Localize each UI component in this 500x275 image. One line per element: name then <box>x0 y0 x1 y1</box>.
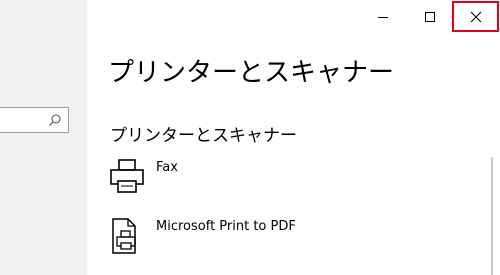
minimize-icon <box>378 16 388 18</box>
close-button[interactable] <box>452 1 499 32</box>
pdf-printer-icon <box>112 218 136 254</box>
device-item-fax[interactable]: Fax <box>108 157 408 201</box>
search-icon[interactable] <box>48 113 62 127</box>
settings-window: プリンターとスキャナー プリンターとスキャナー Fax Microsoft Pr… <box>0 0 500 275</box>
close-icon <box>470 11 481 22</box>
maximize-icon <box>425 11 435 22</box>
page-title: プリンターとスキャナー <box>108 58 395 88</box>
sidebar <box>0 0 87 275</box>
section-heading: プリンターとスキャナー <box>110 126 297 146</box>
device-label-fax: Fax <box>156 160 178 175</box>
maximize-button[interactable] <box>408 0 452 33</box>
device-item-pdf[interactable]: Microsoft Print to PDF <box>108 216 408 260</box>
search-input[interactable] <box>0 107 69 133</box>
minimize-button[interactable] <box>361 0 405 33</box>
fax-printer-icon <box>110 159 144 193</box>
scrollbar[interactable] <box>491 157 493 275</box>
device-label-pdf: Microsoft Print to PDF <box>156 219 296 234</box>
